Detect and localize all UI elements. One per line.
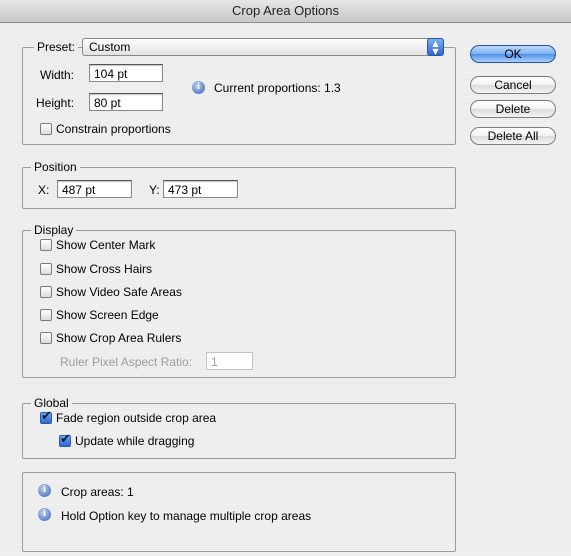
show-cross-hairs-checkbox[interactable] bbox=[40, 263, 52, 275]
current-proportions-text: Current proportions: 1.3 bbox=[214, 81, 341, 95]
show-crop-area-rulers-checkbox[interactable] bbox=[40, 332, 52, 344]
position-x-label: X: bbox=[38, 183, 50, 197]
fade-region-label: Fade region outside crop area bbox=[56, 411, 217, 425]
cancel-button[interactable]: Cancel bbox=[470, 76, 556, 94]
show-video-safe-areas-checkbox[interactable] bbox=[40, 286, 52, 298]
ruler-pixel-aspect-ratio-label: Ruler Pixel Aspect Ratio: bbox=[60, 355, 193, 369]
global-legend: Global bbox=[31, 396, 72, 410]
show-crop-area-rulers-label: Show Crop Area Rulers bbox=[56, 331, 182, 345]
ruler-pixel-aspect-ratio-field: 1 bbox=[206, 352, 253, 370]
info-icon: i bbox=[38, 508, 51, 521]
show-cross-hairs-label: Show Cross Hairs bbox=[56, 262, 153, 276]
update-while-dragging-checkbox[interactable] bbox=[59, 432, 71, 447]
fade-region-checkbox[interactable] bbox=[40, 409, 52, 424]
info-icon: i bbox=[38, 484, 51, 497]
constrain-proportions-checkbox[interactable] bbox=[40, 123, 52, 135]
position-legend: Position bbox=[31, 160, 80, 174]
height-field[interactable]: 80 pt bbox=[89, 93, 163, 111]
ok-button[interactable]: OK bbox=[470, 45, 556, 63]
preset-select-value: Custom bbox=[89, 40, 131, 54]
width-field[interactable]: 104 pt bbox=[89, 64, 163, 82]
constrain-proportions-label: Constrain proportions bbox=[56, 122, 171, 136]
show-screen-edge-label: Show Screen Edge bbox=[56, 308, 159, 322]
height-label: Height: bbox=[36, 96, 75, 110]
width-label: Width: bbox=[40, 68, 75, 82]
position-y-label: Y: bbox=[149, 183, 160, 197]
crop-area-options-dialog: Crop Area Options Preset: Custom ▲ ▼ Widt… bbox=[0, 0, 571, 556]
display-legend: Display bbox=[31, 223, 77, 237]
window-title: Crop Area Options bbox=[0, 0, 571, 23]
delete-button[interactable]: Delete bbox=[470, 100, 556, 118]
multiple-crop-areas-hint: Hold Option key to manage multiple crop … bbox=[61, 509, 312, 523]
show-center-mark-checkbox[interactable] bbox=[40, 239, 52, 251]
update-while-dragging-label: Update while dragging bbox=[75, 434, 195, 448]
position-x-field[interactable]: 487 pt bbox=[57, 180, 132, 198]
show-screen-edge-checkbox[interactable] bbox=[40, 309, 52, 321]
preset-label: Preset: bbox=[34, 40, 79, 54]
info-icon: i bbox=[192, 81, 205, 94]
crop-areas-count-text: Crop areas: 1 bbox=[61, 485, 134, 499]
show-center-mark-label: Show Center Mark bbox=[56, 238, 156, 252]
delete-all-button[interactable]: Delete All bbox=[470, 127, 556, 145]
preset-select[interactable]: Custom ▲ ▼ bbox=[82, 38, 444, 56]
position-y-field[interactable]: 473 pt bbox=[163, 180, 238, 198]
up-down-arrows-icon: ▲ ▼ bbox=[427, 38, 444, 56]
show-video-safe-areas-label: Show Video Safe Areas bbox=[56, 285, 182, 299]
